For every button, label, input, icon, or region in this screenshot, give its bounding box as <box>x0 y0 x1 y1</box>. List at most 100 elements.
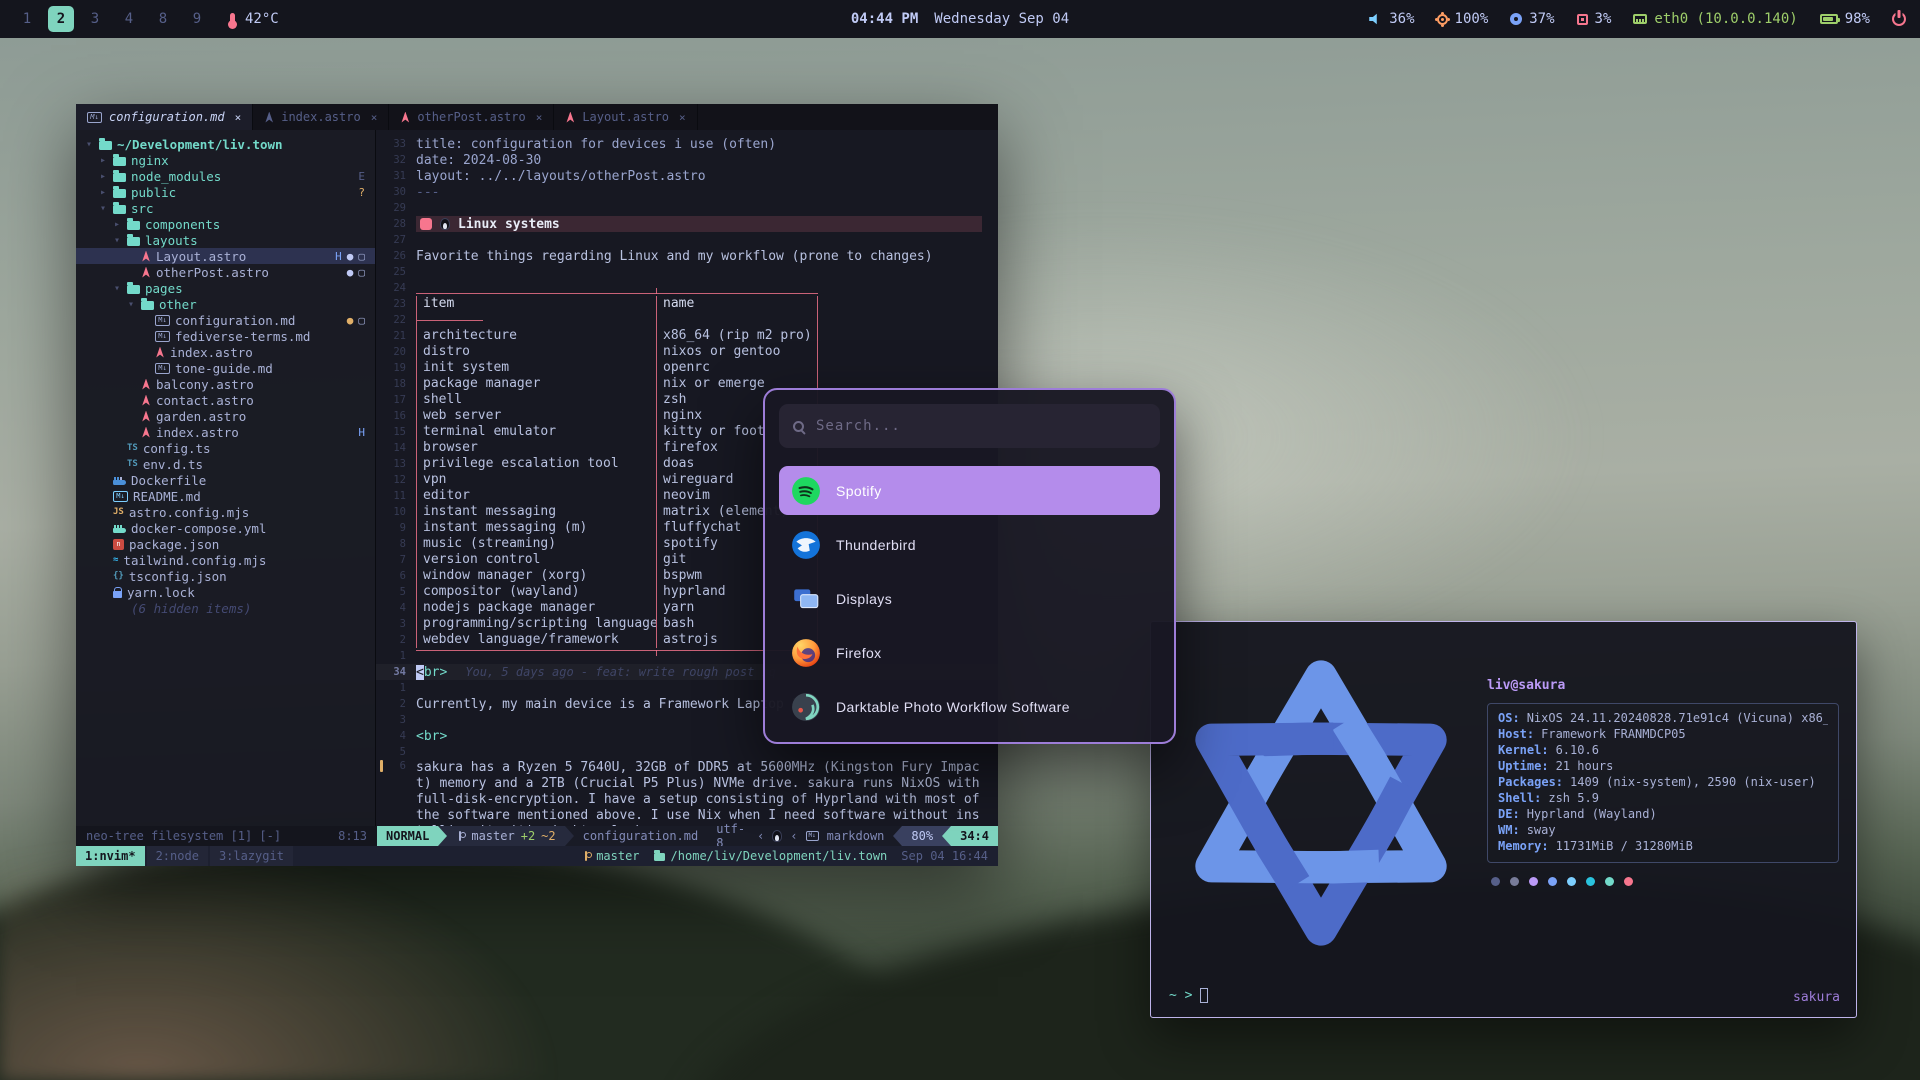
tree-item-config.ts[interactable]: TSconfig.ts <box>76 440 375 456</box>
shell-prompt[interactable]: ~ > <box>1169 988 1208 1003</box>
tmux-window-1:nvim*[interactable]: 1:nvim* <box>76 846 145 866</box>
tab-configuration.md[interactable]: M↓configuration.md× <box>76 104 253 130</box>
table-row: version controlgit <box>416 552 818 568</box>
tree-item-label: layouts <box>145 233 198 248</box>
fetch-info-value: 21 hours <box>1556 759 1614 775</box>
tree-item-docker-compose.yml[interactable]: docker-compose.yml <box>76 520 375 536</box>
tree-item-Dockerfile[interactable]: Dockerfile <box>76 472 375 488</box>
tree-item-README.md[interactable]: M↓README.md <box>76 488 375 504</box>
tree-item-(6 hidden items)[interactable]: (6 hidden items) <box>76 600 375 616</box>
git-branch-name: master <box>471 829 514 843</box>
tree-item-other[interactable]: ▾other <box>76 296 375 312</box>
module-disk[interactable]: 37% <box>1510 11 1554 27</box>
tree-item-balcony.astro[interactable]: balcony.astro <box>76 376 375 392</box>
tree-item-Layout.astro[interactable]: Layout.astroH●▢ <box>76 248 375 264</box>
tree-item-components[interactable]: ▸components <box>76 216 375 232</box>
tree-item-src[interactable]: ▾src <box>76 200 375 216</box>
close-icon[interactable]: × <box>679 111 686 124</box>
astro-icon <box>400 112 410 123</box>
module-cpu[interactable]: 3% <box>1577 11 1612 27</box>
search-input[interactable] <box>816 418 1146 434</box>
editor-line: 31layout: ../../layouts/otherPost.astro <box>376 168 998 184</box>
tree-item-garden.astro[interactable]: garden.astro <box>76 408 375 424</box>
module-battery[interactable]: 98% <box>1820 11 1870 27</box>
workspaces: 123489 <box>14 6 210 32</box>
npm-icon: n <box>113 539 124 550</box>
table-row: browserfirefox <box>416 440 818 456</box>
thunderbird-icon <box>791 530 821 560</box>
tree-item-layouts[interactable]: ▾layouts <box>76 232 375 248</box>
tmux-window-3:lazygit[interactable]: 3:lazygit <box>210 846 293 866</box>
tree-item-env.d.ts[interactable]: TSenv.d.ts <box>76 456 375 472</box>
workspace-3[interactable]: 3 <box>82 6 108 32</box>
fetch-info-box: OS:NixOS 24.11.20240828.71e91c4 (Vicuna)… <box>1487 703 1839 863</box>
module-volume[interactable]: 36% <box>1369 11 1414 27</box>
tree-item-contact.astro[interactable]: contact.astro <box>76 392 375 408</box>
launcher-item-Thunderbird[interactable]: Thunderbird <box>779 520 1160 569</box>
close-icon[interactable]: × <box>536 111 543 124</box>
temperature-module[interactable]: 42°C <box>230 11 279 27</box>
fetch-info-line: WM:sway <box>1498 823 1828 839</box>
tree-item-tsconfig.json[interactable]: {}tsconfig.json <box>76 568 375 584</box>
module-value: 36% <box>1389 11 1414 27</box>
workspace-4[interactable]: 4 <box>116 6 142 32</box>
table-cell-item: instant messaging (m) <box>417 520 657 536</box>
terminal-cursor <box>1200 988 1208 1003</box>
line-number: 5 <box>386 586 416 598</box>
close-icon[interactable]: × <box>235 111 242 124</box>
tree-item-otherPost.astro[interactable]: otherPost.astro●▢ <box>76 264 375 280</box>
launcher-item-Spotify[interactable]: Spotify <box>779 466 1160 515</box>
tree-item-package.json[interactable]: npackage.json <box>76 536 375 552</box>
status-mark: H <box>335 250 342 263</box>
expander-icon: ▾ <box>112 283 122 294</box>
tree-item-nginx[interactable]: ▸nginx <box>76 152 375 168</box>
tree-item-fediverse-terms.md[interactable]: M↓fediverse-terms.md <box>76 328 375 344</box>
workspace-8[interactable]: 8 <box>150 6 176 32</box>
module-value: eth0 (10.0.0.140) <box>1654 11 1797 27</box>
table-row: editorneovim <box>416 488 818 504</box>
tree-item-pages[interactable]: ▾pages <box>76 280 375 296</box>
tmux-session-name: sakura <box>1793 990 1840 1005</box>
workspace-2[interactable]: 2 <box>48 6 74 32</box>
module-load[interactable]: 100% <box>1437 11 1489 27</box>
workspace-9[interactable]: 9 <box>184 6 210 32</box>
tmux-window-2:node[interactable]: 2:node <box>147 846 208 866</box>
line-number: 13 <box>386 458 416 470</box>
table-cell-name: nixos or gentoo <box>657 344 817 360</box>
buffer-text: <br> <box>416 665 447 680</box>
launcher-item-Displays[interactable]: Displays <box>779 574 1160 623</box>
launcher-search[interactable] <box>779 404 1160 448</box>
tree-item-configuration.md[interactable]: M↓configuration.md●▢ <box>76 312 375 328</box>
workspace-1[interactable]: 1 <box>14 6 40 32</box>
close-icon[interactable]: × <box>371 111 378 124</box>
editor-line: 23itemname <box>376 296 998 312</box>
table-cell-item: browser <box>417 440 657 456</box>
launcher-item-Darktable Photo Workflow Software[interactable]: Darktable Photo Workflow Software <box>779 682 1160 731</box>
tree-item-index.astro[interactable]: index.astroH <box>76 424 375 440</box>
launcher-item-Firefox[interactable]: Firefox <box>779 628 1160 677</box>
tab-otherPost.astro[interactable]: otherPost.astro× <box>389 104 554 130</box>
tree-item-node_modules[interactable]: ▸node_modulesE <box>76 168 375 184</box>
tree-item-label: fediverse-terms.md <box>175 329 310 344</box>
tree-item-tone-guide.md[interactable]: M↓tone-guide.md <box>76 360 375 376</box>
status-mark: ● <box>347 266 354 279</box>
tree-item-yarn.lock[interactable]: yarn.lock <box>76 584 375 600</box>
tree-item-public[interactable]: ▸public? <box>76 184 375 200</box>
module-power[interactable] <box>1892 12 1906 26</box>
tree-item-~/Development/liv.town[interactable]: ▾~/Development/liv.town <box>76 136 375 152</box>
tree-item-label: config.ts <box>143 441 211 456</box>
tree-item-label: Dockerfile <box>131 473 206 488</box>
palette-dot <box>1624 877 1633 886</box>
module-value: 98% <box>1845 11 1870 27</box>
tree-item-astro.config.mjs[interactable]: JSastro.config.mjs <box>76 504 375 520</box>
line-number: 31 <box>386 170 416 182</box>
vim-mode-indicator: NORMAL <box>377 826 438 846</box>
fetch-info-value: Framework FRANMDCP05 <box>1541 727 1686 743</box>
tree-item-index.astro[interactable]: index.astro <box>76 344 375 360</box>
line-number: 1 <box>386 650 416 662</box>
separator: ‹ <box>790 829 797 843</box>
tab-Layout.astro[interactable]: Layout.astro× <box>554 104 697 130</box>
tab-index.astro[interactable]: index.astro× <box>253 104 389 130</box>
tree-item-tailwind.config.mjs[interactable]: ≈tailwind.config.mjs <box>76 552 375 568</box>
module-network[interactable]: eth0 (10.0.0.140) <box>1633 11 1797 27</box>
